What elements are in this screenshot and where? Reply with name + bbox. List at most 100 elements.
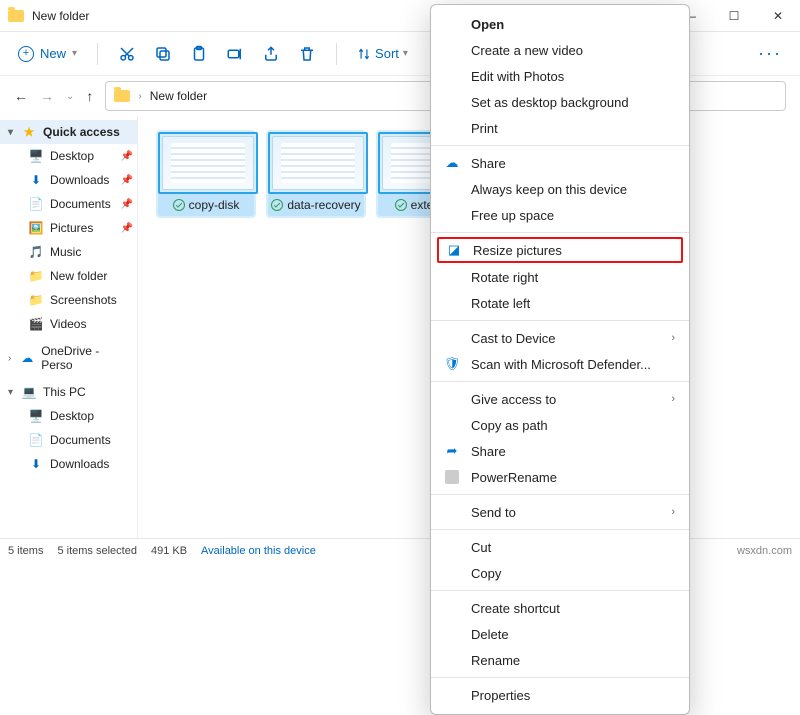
cloud-icon: ☁: [443, 155, 461, 171]
nav-up[interactable]: ↑: [86, 88, 93, 104]
share-icon[interactable]: [262, 45, 280, 63]
nav-recent[interactable]: ⌄: [66, 91, 74, 102]
menu-scan[interactable]: 🛡Scan with Microsoft Defender...: [431, 351, 689, 377]
menu-resize-pictures[interactable]: ◪Resize pictures: [437, 237, 683, 263]
nav-back[interactable]: ←: [14, 88, 28, 104]
chevron-down-icon: ▾: [403, 48, 408, 59]
file-name: copy-disk: [189, 198, 240, 212]
menu-rotate-left[interactable]: Rotate left: [431, 290, 689, 316]
menu-powerrename[interactable]: PowerRename: [431, 464, 689, 490]
folder-icon: [114, 90, 130, 102]
menu-share[interactable]: ☁Share: [431, 150, 689, 176]
sidebar-item-music[interactable]: 🎵Music: [0, 240, 137, 264]
chevron-down-icon: ▾: [8, 387, 13, 398]
file-name: data-recovery: [287, 198, 360, 212]
pin-icon: 📌: [121, 223, 133, 234]
menu-send-to[interactable]: Send to›: [431, 499, 689, 525]
menu-create-shortcut[interactable]: Create shortcut: [431, 595, 689, 621]
menu-cut[interactable]: Cut: [431, 534, 689, 560]
desktop-icon: 🖥️: [28, 148, 44, 164]
sidebar-pc-documents[interactable]: 📄Documents: [0, 428, 137, 452]
watermark: wsxdn.com: [737, 545, 792, 557]
menu-separator: [431, 320, 689, 321]
sync-check-icon: [173, 199, 185, 211]
menu-edit-photos[interactable]: Edit with Photos: [431, 63, 689, 89]
more-button[interactable]: ···: [758, 43, 782, 64]
pc-icon: 💻: [21, 384, 37, 400]
shield-icon: 🛡: [443, 356, 461, 372]
menu-free-up[interactable]: Free up space: [431, 202, 689, 228]
menu-separator: [431, 494, 689, 495]
menu-set-bg[interactable]: Set as desktop background: [431, 89, 689, 115]
delete-icon[interactable]: [298, 45, 316, 63]
menu-rotate-right[interactable]: Rotate right: [431, 264, 689, 290]
context-menu: Open Create a new video Edit with Photos…: [430, 4, 690, 715]
status-count: 5 items: [8, 545, 43, 557]
status-available: Available on this device: [201, 545, 316, 557]
menu-create-video[interactable]: Create a new video: [431, 37, 689, 63]
status-selected: 5 items selected: [57, 545, 136, 557]
menu-share2[interactable]: ➦Share: [431, 438, 689, 464]
sidebar-item-desktop[interactable]: 🖥️Desktop📌: [0, 144, 137, 168]
sort-button[interactable]: Sort ▾: [357, 46, 408, 61]
powerrename-icon: [443, 470, 461, 484]
chevron-right-icon: ›: [671, 332, 675, 344]
chevron-right-icon: ›: [138, 91, 141, 102]
menu-rename[interactable]: Rename: [431, 647, 689, 673]
documents-icon: 📄: [28, 432, 44, 448]
new-button[interactable]: + New ▾: [18, 46, 77, 62]
sync-check-icon: [271, 199, 283, 211]
menu-open[interactable]: Open: [431, 11, 689, 37]
sidebar-item-videos[interactable]: 🎬Videos: [0, 312, 137, 336]
close-button[interactable]: ✕: [756, 0, 800, 32]
copy-icon[interactable]: [154, 45, 172, 63]
sidebar-item-screenshots[interactable]: 📁Screenshots: [0, 288, 137, 312]
sidebar-onedrive[interactable]: ›☁OneDrive - Perso: [0, 346, 137, 370]
sidebar-pc-downloads[interactable]: ⬇Downloads: [0, 452, 137, 476]
menu-delete[interactable]: Delete: [431, 621, 689, 647]
resize-icon: ◪: [445, 242, 463, 258]
menu-separator: [431, 381, 689, 382]
file-item[interactable]: data-recovery: [266, 130, 366, 218]
sidebar-item-documents[interactable]: 📄Documents📌: [0, 192, 137, 216]
folder-icon: 📁: [28, 268, 44, 284]
file-item[interactable]: copy-disk: [156, 130, 256, 218]
cut-icon[interactable]: [118, 45, 136, 63]
menu-separator: [431, 529, 689, 530]
sidebar-item-newfolder[interactable]: 📁New folder: [0, 264, 137, 288]
sidebar-item-downloads[interactable]: ⬇Downloads📌: [0, 168, 137, 192]
pin-icon: 📌: [121, 151, 133, 162]
folder-icon: [8, 10, 24, 22]
new-label: New: [40, 46, 66, 61]
nav-forward[interactable]: →: [40, 88, 54, 104]
menu-cast[interactable]: Cast to Device›: [431, 325, 689, 351]
menu-copy-path[interactable]: Copy as path: [431, 412, 689, 438]
rename-icon[interactable]: [226, 45, 244, 63]
share-icon: ➦: [443, 443, 461, 459]
paste-icon[interactable]: [190, 45, 208, 63]
sidebar-item-pictures[interactable]: 🖼️Pictures📌: [0, 216, 137, 240]
sidebar-quick-access[interactable]: ▾ ★ Quick access: [0, 120, 137, 144]
chevron-down-icon: ▾: [8, 127, 13, 138]
star-icon: ★: [21, 124, 37, 140]
menu-separator: [431, 145, 689, 146]
cloud-icon: ☁: [19, 350, 35, 366]
menu-print[interactable]: Print: [431, 115, 689, 141]
menu-give-access[interactable]: Give access to›: [431, 386, 689, 412]
sidebar-pc-desktop[interactable]: 🖥️Desktop: [0, 404, 137, 428]
thumbnail: [162, 136, 254, 190]
maximize-button[interactable]: ☐: [712, 0, 756, 32]
menu-separator: [431, 590, 689, 591]
sidebar-thispc[interactable]: ▾💻This PC: [0, 380, 137, 404]
menu-always-keep[interactable]: Always keep on this device: [431, 176, 689, 202]
menu-separator: [431, 677, 689, 678]
status-size: 491 KB: [151, 545, 187, 557]
menu-properties[interactable]: Properties: [431, 682, 689, 708]
qa-label: Quick access: [43, 125, 120, 139]
pin-icon: 📌: [121, 199, 133, 210]
menu-copy[interactable]: Copy: [431, 560, 689, 586]
downloads-icon: ⬇: [28, 456, 44, 472]
window-title: New folder: [32, 9, 89, 23]
folder-icon: 📁: [28, 292, 44, 308]
thumbnail: [272, 136, 364, 190]
